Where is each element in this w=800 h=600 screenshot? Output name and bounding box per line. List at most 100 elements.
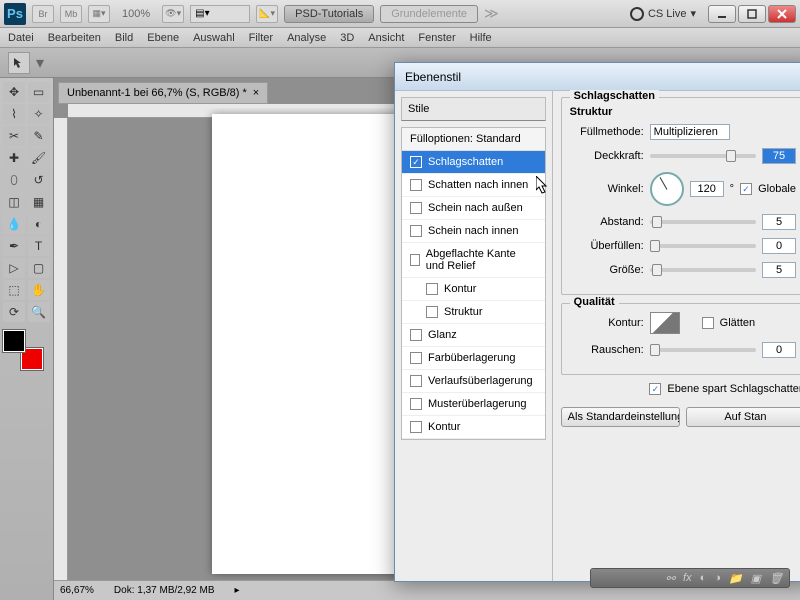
noise-slider[interactable] bbox=[650, 348, 756, 352]
app-logo[interactable]: Ps bbox=[4, 3, 26, 25]
effect-checkbox[interactable] bbox=[410, 421, 422, 433]
antialias-checkbox[interactable] bbox=[702, 317, 714, 329]
close-button[interactable] bbox=[768, 5, 796, 23]
effect-checkbox[interactable] bbox=[410, 179, 422, 191]
wand-tool[interactable]: ✧ bbox=[28, 104, 50, 124]
effect-checkbox[interactable] bbox=[410, 156, 422, 168]
minimize-button[interactable] bbox=[708, 5, 736, 23]
menu-auswahl[interactable]: Auswahl bbox=[193, 32, 235, 44]
menu-analyse[interactable]: Analyse bbox=[287, 32, 326, 44]
global-light-checkbox[interactable] bbox=[740, 183, 752, 195]
angle-input[interactable]: 120 bbox=[690, 181, 724, 197]
menu-ansicht[interactable]: Ansicht bbox=[368, 32, 404, 44]
crop-tool[interactable]: ✂ bbox=[3, 126, 25, 146]
adjust-icon[interactable]: ◑ bbox=[714, 572, 721, 584]
new-layer-icon[interactable]: ▣ bbox=[751, 572, 761, 585]
zoom-display[interactable]: 100% bbox=[116, 8, 156, 20]
path-select-tool[interactable]: ▷ bbox=[3, 258, 25, 278]
size-input[interactable]: 5 bbox=[762, 262, 796, 278]
heal-tool[interactable]: ✚ bbox=[3, 148, 25, 168]
pen-tool[interactable]: ✒ bbox=[3, 236, 25, 256]
size-slider[interactable] bbox=[650, 268, 756, 272]
3d-tool[interactable]: ⬚ bbox=[3, 280, 25, 300]
brush-tool[interactable]: 🖌 bbox=[28, 148, 50, 168]
cslive-button[interactable]: CS Live ▾ bbox=[630, 7, 696, 21]
effect-checkbox[interactable] bbox=[410, 225, 422, 237]
blur-tool[interactable]: 💧 bbox=[3, 214, 25, 234]
status-zoom[interactable]: 66,67% bbox=[60, 585, 94, 596]
type-tool[interactable]: T bbox=[28, 236, 50, 256]
effect-row-1[interactable]: Schatten nach innen bbox=[402, 174, 545, 197]
blending-options-header[interactable]: Fülloptionen: Standard bbox=[402, 128, 545, 151]
contour-picker[interactable] bbox=[650, 312, 680, 334]
effect-checkbox[interactable] bbox=[410, 398, 422, 410]
opacity-slider[interactable] bbox=[650, 154, 756, 158]
effect-checkbox[interactable] bbox=[410, 375, 422, 387]
link-icon[interactable]: ⚯ bbox=[666, 572, 675, 585]
effect-row-5[interactable]: Kontur bbox=[402, 278, 545, 301]
move-tool[interactable]: ✥ bbox=[3, 82, 25, 102]
menu-3d[interactable]: 3D bbox=[340, 32, 354, 44]
effect-checkbox[interactable] bbox=[410, 352, 422, 364]
effect-row-6[interactable]: Struktur bbox=[402, 301, 545, 324]
menu-hilfe[interactable]: Hilfe bbox=[470, 32, 492, 44]
trash-icon[interactable]: 🗑 bbox=[769, 572, 783, 585]
dialog-titlebar[interactable]: Ebenenstil bbox=[395, 63, 800, 91]
effect-row-9[interactable]: Verlaufsüberlagerung bbox=[402, 370, 545, 393]
distance-slider[interactable] bbox=[650, 220, 756, 224]
workspace-more[interactable]: ≫ bbox=[484, 5, 499, 22]
mask-icon[interactable]: ◐ bbox=[700, 572, 707, 584]
extras-button[interactable]: 👁▾ bbox=[162, 5, 184, 23]
rulers-button[interactable]: 📐▾ bbox=[256, 5, 278, 23]
effect-checkbox[interactable] bbox=[410, 254, 420, 266]
minibridge-button[interactable]: Mb bbox=[60, 5, 82, 23]
spread-input[interactable]: 0 bbox=[762, 238, 796, 254]
folder-icon[interactable]: 📁 bbox=[729, 572, 743, 585]
bridge-button[interactable]: Br bbox=[32, 5, 54, 23]
noise-input[interactable]: 0 bbox=[762, 342, 796, 358]
effect-row-4[interactable]: Abgeflachte Kante und Relief bbox=[402, 243, 545, 278]
fx-icon[interactable]: fx bbox=[683, 572, 692, 584]
document-tab[interactable]: Unbenannt-1 bei 66,7% (S, RGB/8) * × bbox=[58, 82, 268, 104]
effect-row-0[interactable]: Schlagschatten bbox=[402, 151, 545, 174]
menu-fenster[interactable]: Fenster bbox=[418, 32, 455, 44]
menu-ebene[interactable]: Ebene bbox=[147, 32, 179, 44]
effect-checkbox[interactable] bbox=[426, 306, 438, 318]
lasso-tool[interactable]: ⌇ bbox=[3, 104, 25, 124]
blendmode-dropdown[interactable]: Multiplizieren bbox=[650, 124, 730, 140]
angle-dial[interactable] bbox=[650, 172, 684, 206]
knockout-checkbox[interactable] bbox=[649, 383, 661, 395]
effect-checkbox[interactable] bbox=[426, 283, 438, 295]
eraser-tool[interactable]: ◫ bbox=[3, 192, 25, 212]
rotate-tool[interactable]: ⟳ bbox=[3, 302, 25, 322]
arrange-docs-button[interactable]: ▦▾ bbox=[88, 5, 110, 23]
foreground-color[interactable] bbox=[3, 330, 25, 352]
hand-tool[interactable]: ✋ bbox=[28, 280, 50, 300]
menu-bild[interactable]: Bild bbox=[115, 32, 133, 44]
maximize-button[interactable] bbox=[738, 5, 766, 23]
stamp-tool[interactable]: ⬯ bbox=[3, 170, 25, 190]
gradient-tool[interactable]: ▦ bbox=[28, 192, 50, 212]
menu-filter[interactable]: Filter bbox=[249, 32, 273, 44]
shape-tool[interactable]: ▢ bbox=[28, 258, 50, 278]
effect-row-11[interactable]: Kontur bbox=[402, 416, 545, 439]
effect-row-2[interactable]: Schein nach außen bbox=[402, 197, 545, 220]
color-swatches[interactable] bbox=[3, 330, 43, 370]
effect-checkbox[interactable] bbox=[410, 202, 422, 214]
spread-slider[interactable] bbox=[650, 244, 756, 248]
distance-input[interactable]: 5 bbox=[762, 214, 796, 230]
move-tool-icon[interactable] bbox=[8, 52, 30, 74]
effect-row-10[interactable]: Musterüberlagerung bbox=[402, 393, 545, 416]
close-tab-icon[interactable]: × bbox=[253, 87, 259, 99]
eyedropper-tool[interactable]: ✎ bbox=[28, 126, 50, 146]
zoom-tool[interactable]: 🔍 bbox=[28, 302, 50, 322]
marquee-tool[interactable]: ▭ bbox=[28, 82, 50, 102]
make-default-button[interactable]: Als Standardeinstellung festlegen bbox=[561, 407, 680, 427]
effect-row-7[interactable]: Glanz bbox=[402, 324, 545, 347]
styles-header[interactable]: Stile bbox=[401, 97, 546, 121]
effect-checkbox[interactable] bbox=[410, 329, 422, 341]
workspace-inactive[interactable]: Grundelemente bbox=[380, 5, 478, 23]
effect-row-3[interactable]: Schein nach innen bbox=[402, 220, 545, 243]
screen-mode-dropdown[interactable]: ▤▾ bbox=[190, 5, 250, 23]
dodge-tool[interactable]: ◐ bbox=[28, 214, 50, 234]
